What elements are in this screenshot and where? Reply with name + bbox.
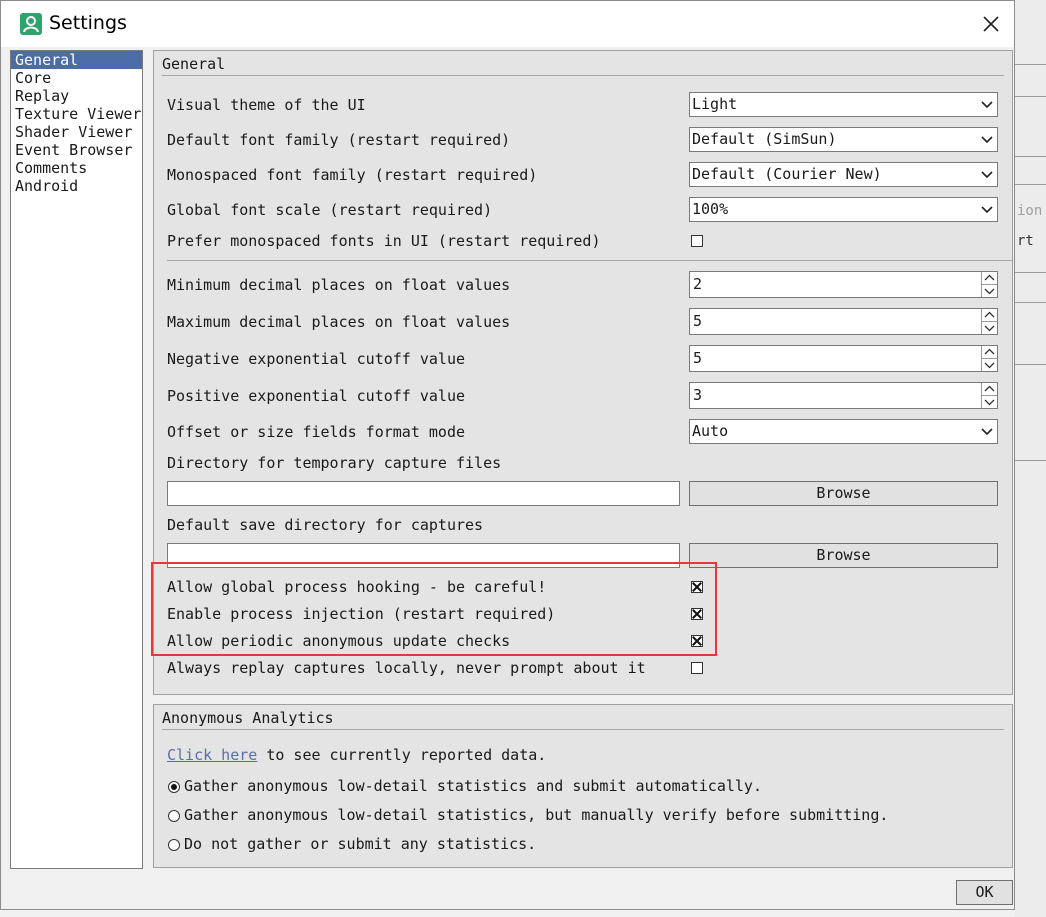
max-decimal-spinbox[interactable]: 5 xyxy=(689,308,998,335)
section-divider xyxy=(167,260,1012,261)
category-item-event-browser[interactable]: Event Browser xyxy=(11,141,142,159)
max-decimal-label: Maximum decimal places on float values xyxy=(167,313,511,331)
analytics-group-title: Anonymous Analytics xyxy=(162,709,334,727)
save-dir-browse-button[interactable]: Browse xyxy=(689,543,998,568)
click-here-link[interactable]: Click here xyxy=(167,746,257,764)
category-item-texture-viewer[interactable]: Texture Viewer xyxy=(11,105,142,123)
background-divider xyxy=(1015,272,1046,273)
background-text-fragment: ion xyxy=(1017,203,1043,219)
category-item-android[interactable]: Android xyxy=(11,177,142,195)
pos-exp-value: 3 xyxy=(693,386,703,404)
temp-dir-input[interactable] xyxy=(167,481,680,506)
spin-buttons xyxy=(981,272,997,297)
font-scale-label: Global font scale (restart required) xyxy=(167,201,493,219)
mono-font-label: Monospaced font family (restart required… xyxy=(167,166,538,184)
font-family-label: Default font family (restart required) xyxy=(167,131,511,149)
chevron-down-icon[interactable] xyxy=(982,396,997,408)
neg-exp-label: Negative exponential cutoff value xyxy=(167,350,466,368)
background-divider xyxy=(1015,184,1046,185)
chevron-down-icon xyxy=(981,101,993,109)
background-divider xyxy=(1015,96,1046,97)
background-text-fragment: rt xyxy=(1017,233,1034,249)
analytics-manual-label: Gather anonymous low-detail statistics, … xyxy=(184,806,889,824)
offset-mode-select[interactable]: Auto xyxy=(689,419,998,444)
background-divider xyxy=(1015,460,1046,461)
max-decimal-value: 5 xyxy=(693,312,703,330)
group-title-divider xyxy=(162,729,1004,730)
chevron-down-icon xyxy=(981,206,993,214)
offset-mode-label: Offset or size fields format mode xyxy=(167,423,466,441)
font-scale-select[interactable]: 100% xyxy=(689,197,998,222)
background-divider xyxy=(1015,302,1046,303)
theme-select-value: Light xyxy=(692,95,738,113)
spin-buttons xyxy=(981,346,997,371)
analytics-auto-label: Gather anonymous low-detail statistics a… xyxy=(184,777,762,795)
chevron-up-icon[interactable] xyxy=(982,309,997,322)
settings-app-icon xyxy=(20,13,42,35)
group-title-divider xyxy=(162,75,1004,76)
font-family-select-value: Default (SimSun) xyxy=(692,130,837,148)
analytics-link-line: Click here to see currently reported dat… xyxy=(167,746,546,764)
save-dir-label: Default save directory for captures xyxy=(167,516,484,534)
background-divider xyxy=(1015,156,1046,157)
chevron-down-icon[interactable] xyxy=(982,359,997,371)
pos-exp-label: Positive exponential cutoff value xyxy=(167,387,466,405)
background-divider xyxy=(1015,364,1046,365)
category-item-comments[interactable]: Comments xyxy=(11,159,142,177)
chevron-down-icon xyxy=(981,171,993,179)
category-item-core[interactable]: Core xyxy=(11,69,142,87)
analytics-none-radio[interactable] xyxy=(168,839,180,851)
min-decimal-spinbox[interactable]: 2 xyxy=(689,271,998,298)
chevron-down-icon xyxy=(981,428,993,436)
replay-local-checkbox[interactable] xyxy=(691,662,703,674)
category-item-replay[interactable]: Replay xyxy=(11,87,142,105)
settings-dialog: Settings General Core Replay Texture Vie… xyxy=(0,0,1015,910)
theme-label: Visual theme of the UI xyxy=(167,96,366,114)
mono-font-select-value: Default (Courier New) xyxy=(692,165,882,183)
neg-exp-value: 5 xyxy=(693,349,703,367)
general-group-title: General xyxy=(162,55,226,73)
close-button[interactable] xyxy=(971,7,1011,41)
highlight-annotation-box xyxy=(151,562,717,656)
prefer-mono-label: Prefer monospaced fonts in UI (restart r… xyxy=(167,232,601,250)
analytics-link-suffix: to see currently reported data. xyxy=(266,746,547,764)
background-app-area xyxy=(1015,0,1046,917)
offset-mode-select-value: Auto xyxy=(692,422,729,440)
font-family-select[interactable]: Default (SimSun) xyxy=(689,127,998,152)
min-decimal-label: Minimum decimal places on float values xyxy=(167,276,511,294)
chevron-up-icon[interactable] xyxy=(982,383,997,396)
chevron-up-icon[interactable] xyxy=(982,346,997,359)
chevron-down-icon[interactable] xyxy=(982,322,997,334)
temp-dir-label: Directory for temporary capture files xyxy=(167,454,502,472)
title-bar: Settings xyxy=(1,1,1014,47)
chevron-down-icon[interactable] xyxy=(982,285,997,297)
close-icon xyxy=(983,16,999,32)
analytics-auto-radio[interactable] xyxy=(168,781,180,793)
theme-select[interactable]: Light xyxy=(689,92,998,117)
spin-buttons xyxy=(981,383,997,408)
min-decimal-value: 2 xyxy=(693,275,703,293)
font-scale-select-value: 100% xyxy=(692,200,729,218)
analytics-manual-radio[interactable] xyxy=(168,810,180,822)
category-list[interactable]: General Core Replay Texture Viewer Shade… xyxy=(10,50,143,869)
replay-local-label: Always replay captures locally, never pr… xyxy=(167,659,646,677)
mono-font-select[interactable]: Default (Courier New) xyxy=(689,162,998,187)
analytics-none-label: Do not gather or submit any statistics. xyxy=(184,835,537,853)
chevron-up-icon[interactable] xyxy=(982,272,997,285)
chevron-down-icon xyxy=(981,136,993,144)
category-item-shader-viewer[interactable]: Shader Viewer xyxy=(11,123,142,141)
pos-exp-spinbox[interactable]: 3 xyxy=(689,382,998,409)
window-title: Settings xyxy=(49,12,127,34)
temp-dir-browse-button[interactable]: Browse xyxy=(689,481,998,506)
ok-button[interactable]: OK xyxy=(956,880,1013,905)
prefer-mono-checkbox[interactable] xyxy=(691,235,703,247)
neg-exp-spinbox[interactable]: 5 xyxy=(689,345,998,372)
spin-buttons xyxy=(981,309,997,334)
background-divider xyxy=(1015,64,1046,65)
category-item-general[interactable]: General xyxy=(11,51,142,69)
